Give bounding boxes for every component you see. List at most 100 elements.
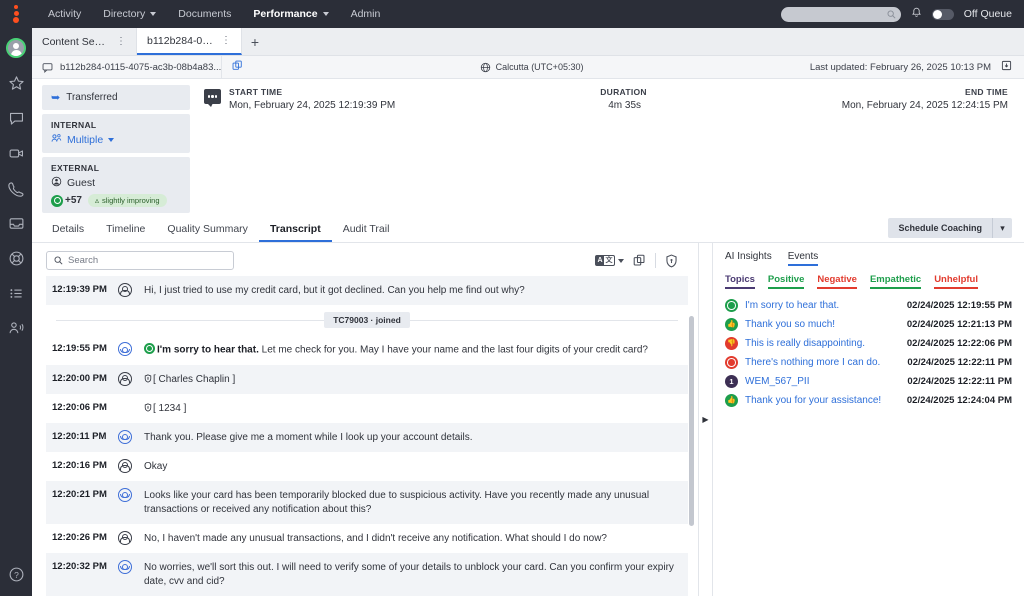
app-root: Activity Directory Documents Performance… [0,0,1024,596]
filter-topics[interactable]: Topics [725,274,755,289]
trend-label: slightly improving [101,196,160,205]
event-row[interactable]: I'm sorry to hear that. 02/24/2025 12:19… [723,296,1014,315]
event-label[interactable]: I'm sorry to hear that. [745,300,900,311]
event-row[interactable]: Thank you for your assistance! 02/24/202… [723,391,1014,410]
event-timestamp: 02/24/2025 12:21:13 PM [906,319,1012,330]
message-text: Looks like your card has been temporaril… [144,489,650,515]
tab-menu-icon[interactable]: ⋮ [221,35,231,46]
message-speaker [118,371,144,386]
nav-item-performance[interactable]: Performance [242,0,339,28]
tab-label: b112b284-011... [147,34,215,47]
tab-details[interactable]: Details [46,223,95,242]
add-tab-button[interactable]: + [242,28,268,55]
thumbs-down-icon [725,337,738,350]
pii-shield-button[interactable] [665,254,678,268]
events-list: I'm sorry to hear that. 02/24/2025 12:19… [723,296,1014,410]
help-icon: ? [9,567,23,581]
transcript-row: 12:20:11 PM Thank you. Please give me a … [46,422,688,452]
panel-collapse-handle[interactable]: ▶ [698,243,712,596]
avatar-icon [6,38,26,58]
pii-shield-icon [144,402,152,412]
rail-item-favorites[interactable] [6,73,26,93]
translate-target-label: 文 [605,257,613,264]
message-time: 12:20:06 PM [52,401,107,413]
message-speaker [118,342,144,356]
global-search-input[interactable] [780,6,901,22]
message-time: 12:19:55 PM [52,343,107,354]
workspace-tab-bar: Content Search ⋮ b112b284-011... ⋮ + [32,28,1024,56]
queue-status-toggle[interactable] [931,8,954,20]
rail-item-list[interactable] [6,283,26,303]
event-label[interactable]: This is really disappointing. [745,338,900,349]
schedule-coaching-chevron-down-icon[interactable]: ▾ [992,218,1012,238]
nav-item-admin[interactable]: Admin [340,0,392,28]
notifications-bell-icon[interactable] [911,7,922,21]
rail-item-avatar[interactable] [6,38,26,58]
tab-quality-summary[interactable]: Quality Summary [156,223,259,242]
event-label[interactable]: There's nothing more I can do. [745,357,900,368]
nav-item-documents[interactable]: Documents [167,0,242,28]
tab-ai-insights[interactable]: AI Insights [725,251,772,266]
transcript-row: 12:20:21 PM Looks like your card has bee… [46,480,688,524]
copy-id-button[interactable] [222,60,253,74]
rail-item-video[interactable] [6,143,26,163]
interaction-summary: ➥ Transferred INTERNAL Multiple EXTERNAL [32,79,1024,213]
event-row[interactable]: 1 WEM_567_PII 02/24/2025 12:22:11 PM [723,372,1014,391]
transcript-search-input[interactable]: Search [46,251,234,270]
event-timestamp: 02/24/2025 12:19:55 PM [906,300,1012,311]
nav-item-directory[interactable]: Directory [92,0,167,28]
event-timestamp: 02/24/2025 12:22:11 PM [907,357,1012,368]
schedule-coaching-button[interactable]: Schedule Coaching [888,218,992,238]
agent-avatar-icon [118,429,132,444]
rail-item-agent-assist[interactable] [6,318,26,338]
tab-audit-trail[interactable]: Audit Trail [332,223,401,242]
event-row[interactable]: This is really disappointing. 02/24/2025… [723,334,1014,353]
event-label[interactable]: WEM_567_PII [745,376,900,387]
logo-dots-icon [13,5,19,23]
workspace-tab-interaction[interactable]: b112b284-011... ⋮ [137,28,242,55]
message-time: 12:20:32 PM [52,560,107,572]
rail-item-inbox[interactable] [6,213,26,233]
nav-item-activity[interactable]: Activity [37,0,92,28]
tab-events[interactable]: Events [788,251,819,266]
topic-number-icon: 1 [725,375,738,388]
copy-transcript-button[interactable] [633,254,646,267]
start-time-label: START TIME [229,87,283,97]
brand-logo[interactable] [0,5,32,23]
tab-timeline[interactable]: Timeline [95,223,156,242]
nav-label: Admin [350,8,381,20]
rail-item-help[interactable]: ? [6,564,26,584]
transcript-scrollbar[interactable] [689,316,694,526]
filter-empathetic[interactable]: Empathetic [870,274,921,289]
interaction-id-text: b112b284-0115-4075-ac3b-08b4a83... [60,61,222,73]
rail-item-support[interactable] [6,248,26,268]
transcript-row: 12:20:32 PM No worries, we'll sort this … [46,552,688,596]
message-time: 12:20:16 PM [52,459,107,471]
event-row[interactable]: There's nothing more I can do. 02/24/202… [723,353,1014,372]
nav-menu: Activity Directory Documents Performance… [37,0,391,28]
tab-transcript[interactable]: Transcript [259,223,332,242]
star-icon [8,75,24,90]
list-icon [9,288,22,298]
transfer-arrow-icon: ➥ [51,92,61,104]
translate-button[interactable]: A 文 [594,255,624,266]
rail-item-chat[interactable] [6,108,26,128]
sentiment-score: +57 [51,194,82,207]
chevron-down-icon[interactable] [108,138,115,142]
filter-unhelpful[interactable]: Unhelpful [934,274,978,289]
transcript-message-list[interactable]: 12:19:39 PM Hi, I just tried to use my c… [46,276,698,596]
event-label[interactable]: Thank you so much! [745,319,900,330]
rail-item-phone[interactable] [6,178,26,198]
filter-negative[interactable]: Negative [817,274,857,289]
queue-status-label: Off Queue [963,8,1012,20]
save-icon[interactable] [1001,60,1012,74]
filter-positive[interactable]: Positive [768,274,804,289]
internal-value[interactable]: Multiple [67,134,103,146]
event-label[interactable]: Thank you for your assistance! [745,395,900,406]
transcript-search-placeholder: Search [68,255,99,266]
event-row[interactable]: Thank you so much! 02/24/2025 12:21:13 P… [723,315,1014,334]
tab-menu-icon[interactable]: ⋮ [116,36,126,47]
translate-icon: A 文 [594,255,615,266]
workspace-tab-content-search[interactable]: Content Search ⋮ [32,28,137,55]
divider [56,319,325,321]
